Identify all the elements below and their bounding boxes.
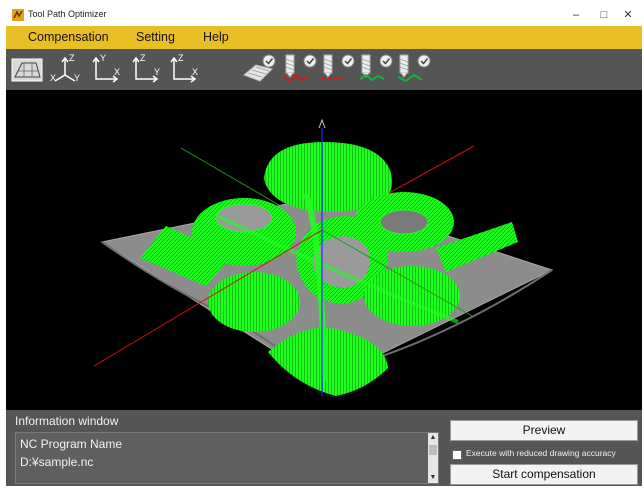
toolpath-render[interactable] [6,90,642,410]
axis-label: X [192,67,199,77]
axis-label: Y [100,53,107,63]
iso-view-icon [11,58,43,82]
axis-label: Z [140,53,146,63]
window-title: Tool Path Optimizer [28,9,107,19]
toolpath-disc-left [208,272,300,332]
scroll-up-icon[interactable]: ▲ [428,433,438,443]
tool-path-green-icon [359,54,393,82]
reduced-accuracy-label: Execute with reduced drawing accuracy [466,448,616,458]
info-line: NC Program Name [20,437,123,451]
menu-help[interactable]: Help [203,30,229,44]
title-bar: Tool Path Optimizer – □ ✕ [6,4,642,26]
tool-path-red-dashed-icon [322,54,355,79]
info-scrollbar[interactable]: ▲ ▼ [428,433,438,483]
minimize-icon: – [572,9,580,21]
menu-setting[interactable]: Setting [136,30,175,44]
scroll-thumb[interactable] [429,445,437,455]
surface-toggle-icon [243,54,276,82]
surface-toggle-button[interactable] [242,53,278,85]
reduced-accuracy-checkbox[interactable] [452,450,462,460]
axis-label: Y [154,67,161,77]
preview-button[interactable]: Preview [450,420,638,441]
axis-zx-view-button[interactable]: Z X [166,53,200,85]
close-icon: ✕ [623,9,633,21]
3d-viewport[interactable] [6,90,642,410]
axis-xyz-view-button[interactable]: Z X Y [48,53,82,85]
axis-label: Y [74,73,81,83]
menu-bar: Compensation Setting Help [6,26,642,49]
info-window-title: Information window [15,414,119,428]
axis-label: X [114,67,121,77]
tool-path-red-icon [283,54,317,83]
tool-path-red-toggle[interactable] [282,53,318,85]
axis-zy-view-button[interactable]: Z Y [128,53,162,85]
scroll-down-icon[interactable]: ▼ [428,473,438,483]
info-window[interactable]: NC Program Name D:¥sample.nc ▲ ▼ [15,432,439,484]
info-line: D:¥sample.nc [20,455,94,469]
iso-view-button[interactable] [10,53,44,85]
start-compensation-button[interactable]: Start compensation [450,464,638,485]
tool-path-green-toggle[interactable] [358,53,394,85]
axis-xy-view-button[interactable]: Y X [88,53,122,85]
maximize-icon: □ [600,9,608,21]
menu-compensation[interactable]: Compensation [28,30,109,44]
close-button[interactable]: ✕ [614,6,642,24]
bottom-panel: Information window NC Program Name D:¥sa… [6,410,642,486]
tool-path-red-dashed-toggle[interactable] [320,53,356,85]
minimize-button[interactable]: – [562,6,590,24]
axis-label: Z [69,53,75,63]
axis-label: Z [178,53,184,63]
tool-path-green-solid-toggle[interactable] [396,53,432,85]
tool-path-green-solid-icon [397,54,431,83]
app-icon [12,9,24,21]
app-window: Tool Path Optimizer – □ ✕ Compensation S… [6,4,642,486]
axis-label: X [50,73,57,83]
toolbar: Z X Y Y X Z Y Z X [6,49,642,90]
